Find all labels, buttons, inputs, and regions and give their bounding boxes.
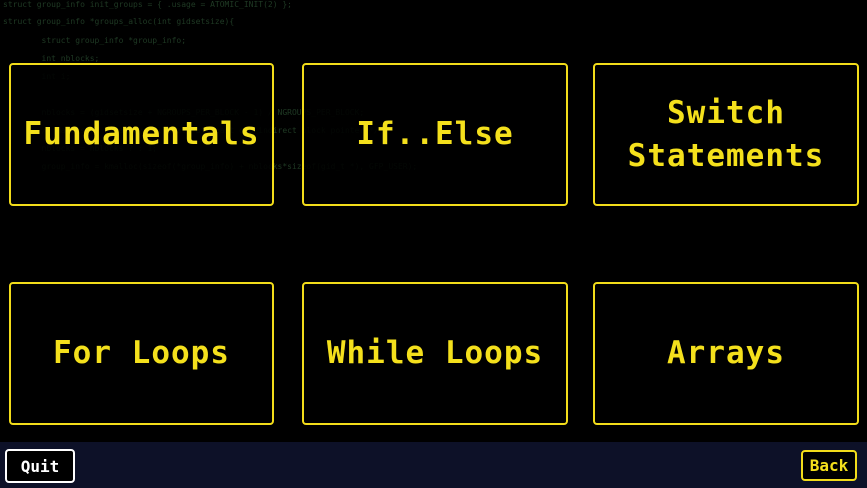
topic-label: While Loops <box>326 335 544 371</box>
topic-label: Fundamentals <box>23 116 260 152</box>
back-button[interactable]: Back <box>801 450 857 481</box>
topic-menu-screen: struct group_info init_groups = { .usage… <box>0 0 867 488</box>
topic-label: Switch Statements <box>627 94 825 174</box>
topic-card-switch-statements[interactable]: Switch Statements <box>593 63 859 206</box>
footer-bar <box>0 442 867 488</box>
code-line: struct group_info *groups_alloc(int gids… <box>3 17 235 26</box>
topic-label: If..Else <box>356 116 514 152</box>
topic-card-for-loops[interactable]: For Loops <box>9 282 274 425</box>
topic-label: Arrays <box>667 335 785 371</box>
code-line: struct group_info *group_info; <box>3 36 187 45</box>
topic-card-if-else[interactable]: If..Else <box>302 63 568 206</box>
quit-button[interactable]: Quit <box>5 449 75 483</box>
topic-label: For Loops <box>53 335 230 371</box>
code-line: struct group_info init_groups = { .usage… <box>3 0 292 9</box>
topic-card-fundamentals[interactable]: Fundamentals <box>9 63 274 206</box>
topic-card-while-loops[interactable]: While Loops <box>302 282 568 425</box>
topic-card-arrays[interactable]: Arrays <box>593 282 859 425</box>
